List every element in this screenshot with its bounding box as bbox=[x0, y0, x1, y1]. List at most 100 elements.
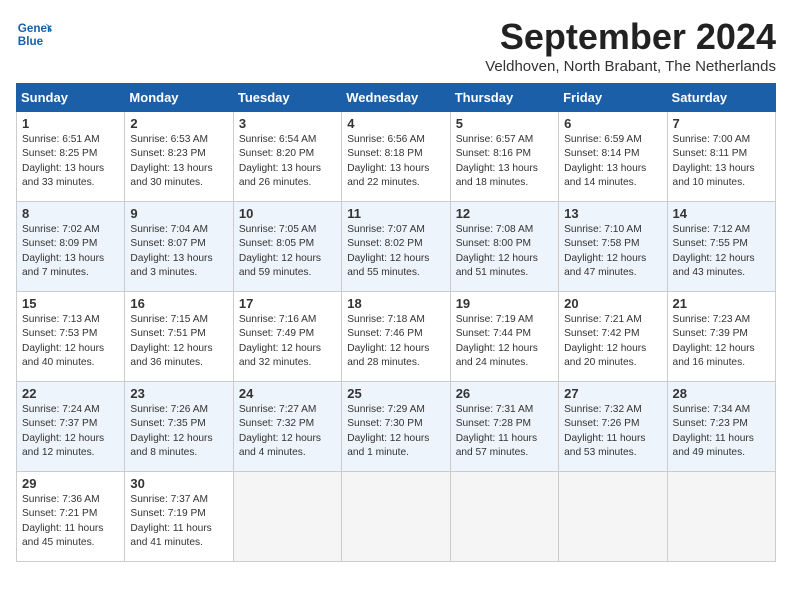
day-number: 14 bbox=[673, 206, 770, 221]
svg-text:Blue: Blue bbox=[18, 35, 44, 48]
calendar-cell-day: 19 Sunrise: 7:19 AM Sunset: 7:44 PM Dayli… bbox=[450, 292, 558, 382]
day-number: 18 bbox=[347, 296, 444, 311]
calendar-cell-day: 6 Sunrise: 6:59 AM Sunset: 8:14 PM Daylig… bbox=[559, 112, 667, 202]
day-number: 27 bbox=[564, 386, 661, 401]
day-number: 12 bbox=[456, 206, 553, 221]
cell-info: Sunrise: 6:56 AM Sunset: 8:18 PM Dayligh… bbox=[347, 133, 444, 190]
calendar-cell-day: 22 Sunrise: 7:24 AM Sunset: 7:37 PM Dayli… bbox=[17, 382, 125, 472]
calendar-cell-empty bbox=[233, 472, 341, 562]
cell-info: Sunrise: 7:37 AM Sunset: 7:19 PM Dayligh… bbox=[130, 493, 227, 550]
cell-info: Sunrise: 7:19 AM Sunset: 7:44 PM Dayligh… bbox=[456, 313, 553, 370]
cell-info: Sunrise: 7:36 AM Sunset: 7:21 PM Dayligh… bbox=[22, 493, 119, 550]
weekday-header-saturday: Saturday bbox=[667, 84, 775, 112]
calendar-cell-day: 10Sunrise: 7:05 AM Sunset: 8:05 PM Dayli… bbox=[233, 202, 341, 292]
day-number: 22 bbox=[22, 386, 119, 401]
title-block: September 2024 Veldhoven, North Brabant,… bbox=[485, 16, 776, 75]
cell-info: Sunrise: 7:34 AM Sunset: 7:23 PM Dayligh… bbox=[673, 403, 770, 460]
cell-info: Sunrise: 7:18 AM Sunset: 7:46 PM Dayligh… bbox=[347, 313, 444, 370]
calendar-week-row: 8 Sunrise: 7:02 AM Sunset: 8:09 PM Daylig… bbox=[17, 202, 776, 292]
calendar-cell-empty bbox=[450, 472, 558, 562]
cell-info: Sunrise: 7:04 AM Sunset: 8:07 PM Dayligh… bbox=[130, 223, 227, 280]
calendar-cell-day: 15 Sunrise: 7:13 AM Sunset: 7:53 PM Dayli… bbox=[17, 292, 125, 382]
cell-info: Sunrise: 7:29 AM Sunset: 7:30 PM Dayligh… bbox=[347, 403, 444, 460]
day-number: 5 bbox=[456, 116, 553, 131]
cell-info: Sunrise: 7:08 AM Sunset: 8:00 PM Dayligh… bbox=[456, 223, 553, 280]
cell-info: Sunrise: 6:53 AM Sunset: 8:23 PM Dayligh… bbox=[130, 133, 227, 190]
calendar-cell-day: 25 Sunrise: 7:29 AM Sunset: 7:30 PM Dayli… bbox=[342, 382, 450, 472]
day-number: 19 bbox=[456, 296, 553, 311]
calendar-cell-day: 30Sunrise: 7:37 AM Sunset: 7:19 PM Dayli… bbox=[125, 472, 233, 562]
day-number: 20 bbox=[564, 296, 661, 311]
day-number: 1 bbox=[22, 116, 119, 131]
day-number: 11 bbox=[347, 206, 444, 221]
calendar-cell-empty bbox=[342, 472, 450, 562]
day-number: 9 bbox=[130, 206, 227, 221]
cell-info: Sunrise: 7:05 AM Sunset: 8:05 PM Dayligh… bbox=[239, 223, 336, 280]
calendar-cell-day: 9 Sunrise: 7:04 AM Sunset: 8:07 PM Daylig… bbox=[125, 202, 233, 292]
calendar-cell-day: 29Sunrise: 7:36 AM Sunset: 7:21 PM Dayli… bbox=[17, 472, 125, 562]
cell-info: Sunrise: 6:54 AM Sunset: 8:20 PM Dayligh… bbox=[239, 133, 336, 190]
cell-info: Sunrise: 7:23 AM Sunset: 7:39 PM Dayligh… bbox=[673, 313, 770, 370]
day-number: 3 bbox=[239, 116, 336, 131]
calendar-week-row: 22 Sunrise: 7:24 AM Sunset: 7:37 PM Dayli… bbox=[17, 382, 776, 472]
cell-info: Sunrise: 6:59 AM Sunset: 8:14 PM Dayligh… bbox=[564, 133, 661, 190]
day-number: 8 bbox=[22, 206, 119, 221]
cell-info: Sunrise: 7:15 AM Sunset: 7:51 PM Dayligh… bbox=[130, 313, 227, 370]
calendar-cell-day: 5 Sunrise: 6:57 AM Sunset: 8:16 PM Daylig… bbox=[450, 112, 558, 202]
calendar-cell-day: 13 Sunrise: 7:10 AM Sunset: 7:58 PM Dayli… bbox=[559, 202, 667, 292]
calendar-cell-day: 7Sunrise: 7:00 AM Sunset: 8:11 PM Daylig… bbox=[667, 112, 775, 202]
calendar-cell-day: 26 Sunrise: 7:31 AM Sunset: 7:28 PM Dayli… bbox=[450, 382, 558, 472]
page-header: General Blue September 2024 Veldhoven, N… bbox=[16, 16, 776, 75]
calendar-week-row: 15 Sunrise: 7:13 AM Sunset: 7:53 PM Dayli… bbox=[17, 292, 776, 382]
day-number: 4 bbox=[347, 116, 444, 131]
calendar-cell-day: 16 Sunrise: 7:15 AM Sunset: 7:51 PM Dayli… bbox=[125, 292, 233, 382]
weekday-header-monday: Monday bbox=[125, 84, 233, 112]
cell-info: Sunrise: 7:12 AM Sunset: 7:55 PM Dayligh… bbox=[673, 223, 770, 280]
weekday-header-tuesday: Tuesday bbox=[233, 84, 341, 112]
day-number: 7 bbox=[673, 116, 770, 131]
calendar-cell-day: 8 Sunrise: 7:02 AM Sunset: 8:09 PM Daylig… bbox=[17, 202, 125, 292]
day-number: 15 bbox=[22, 296, 119, 311]
calendar-cell-day: 18 Sunrise: 7:18 AM Sunset: 7:46 PM Dayli… bbox=[342, 292, 450, 382]
calendar-cell-day: 28 Sunrise: 7:34 AM Sunset: 7:23 PM Dayli… bbox=[667, 382, 775, 472]
cell-info: Sunrise: 7:02 AM Sunset: 8:09 PM Dayligh… bbox=[22, 223, 119, 280]
day-number: 6 bbox=[564, 116, 661, 131]
day-number: 28 bbox=[673, 386, 770, 401]
location-title: Veldhoven, North Brabant, The Netherland… bbox=[485, 58, 776, 75]
weekday-header-sunday: Sunday bbox=[17, 84, 125, 112]
cell-info: Sunrise: 7:27 AM Sunset: 7:32 PM Dayligh… bbox=[239, 403, 336, 460]
day-number: 16 bbox=[130, 296, 227, 311]
calendar-cell-day: 4 Sunrise: 6:56 AM Sunset: 8:18 PM Daylig… bbox=[342, 112, 450, 202]
cell-info: Sunrise: 7:13 AM Sunset: 7:53 PM Dayligh… bbox=[22, 313, 119, 370]
calendar-week-row: 1 Sunrise: 6:51 AM Sunset: 8:25 PM Daylig… bbox=[17, 112, 776, 202]
cell-info: Sunrise: 7:31 AM Sunset: 7:28 PM Dayligh… bbox=[456, 403, 553, 460]
day-number: 23 bbox=[130, 386, 227, 401]
logo-icon: General Blue bbox=[16, 16, 52, 52]
cell-info: Sunrise: 6:57 AM Sunset: 8:16 PM Dayligh… bbox=[456, 133, 553, 190]
calendar-table: SundayMondayTuesdayWednesdayThursdayFrid… bbox=[16, 83, 776, 562]
calendar-body: 1 Sunrise: 6:51 AM Sunset: 8:25 PM Daylig… bbox=[17, 112, 776, 562]
weekday-header-wednesday: Wednesday bbox=[342, 84, 450, 112]
cell-info: Sunrise: 7:10 AM Sunset: 7:58 PM Dayligh… bbox=[564, 223, 661, 280]
day-number: 25 bbox=[347, 386, 444, 401]
calendar-week-row: 29Sunrise: 7:36 AM Sunset: 7:21 PM Dayli… bbox=[17, 472, 776, 562]
day-number: 26 bbox=[456, 386, 553, 401]
calendar-cell-day: 11 Sunrise: 7:07 AM Sunset: 8:02 PM Dayli… bbox=[342, 202, 450, 292]
cell-info: Sunrise: 7:24 AM Sunset: 7:37 PM Dayligh… bbox=[22, 403, 119, 460]
calendar-cell-day: 27Sunrise: 7:32 AM Sunset: 7:26 PM Dayli… bbox=[559, 382, 667, 472]
cell-info: Sunrise: 7:21 AM Sunset: 7:42 PM Dayligh… bbox=[564, 313, 661, 370]
logo: General Blue bbox=[16, 16, 52, 52]
day-number: 13 bbox=[564, 206, 661, 221]
cell-info: Sunrise: 7:07 AM Sunset: 8:02 PM Dayligh… bbox=[347, 223, 444, 280]
day-number: 2 bbox=[130, 116, 227, 131]
weekday-header-friday: Friday bbox=[559, 84, 667, 112]
cell-info: Sunrise: 6:51 AM Sunset: 8:25 PM Dayligh… bbox=[22, 133, 119, 190]
calendar-cell-day: 17Sunrise: 7:16 AM Sunset: 7:49 PM Dayli… bbox=[233, 292, 341, 382]
calendar-cell-day: 1 Sunrise: 6:51 AM Sunset: 8:25 PM Daylig… bbox=[17, 112, 125, 202]
calendar-cell-empty bbox=[559, 472, 667, 562]
weekday-header-thursday: Thursday bbox=[450, 84, 558, 112]
calendar-cell-day: 24Sunrise: 7:27 AM Sunset: 7:32 PM Dayli… bbox=[233, 382, 341, 472]
day-number: 21 bbox=[673, 296, 770, 311]
calendar-header-row: SundayMondayTuesdayWednesdayThursdayFrid… bbox=[17, 84, 776, 112]
calendar-cell-day: 20 Sunrise: 7:21 AM Sunset: 7:42 PM Dayli… bbox=[559, 292, 667, 382]
